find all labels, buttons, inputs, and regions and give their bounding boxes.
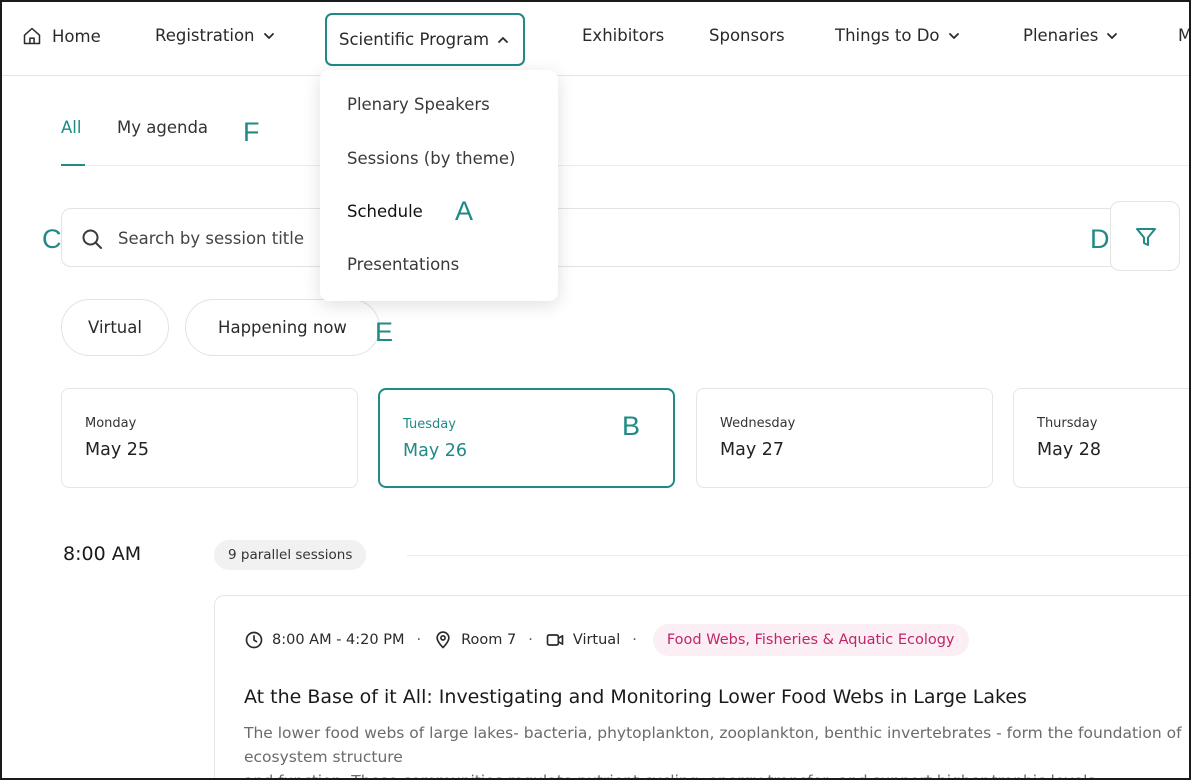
nav-item-exhibitors[interactable]: Exhibitors	[582, 26, 664, 45]
annotation-label-a: A	[455, 196, 474, 226]
chip-label: Happening now	[218, 318, 347, 337]
chevron-down-icon	[948, 32, 959, 39]
virtual-filter-chip[interactable]: Virtual	[61, 299, 169, 356]
clock-icon	[245, 631, 263, 649]
chevron-down-icon	[263, 32, 274, 39]
day-name: Tuesday	[403, 417, 456, 432]
chevron-down-icon	[1107, 32, 1118, 39]
annotation-label-c: C	[42, 224, 62, 254]
session-room: Room 7	[461, 632, 517, 648]
parallel-sessions-badge: 9 parallel sessions	[214, 540, 367, 570]
scientific-program-dropdown: Plenary Speakers Sessions (by theme) Sch…	[320, 70, 558, 301]
top-navigation: Home Registration Scientific Program Exh…	[2, 2, 1191, 76]
app-frame: Home Registration Scientific Program Exh…	[0, 0, 1191, 780]
nav-item-more[interactable]: M	[1178, 26, 1191, 45]
video-camera-icon	[546, 634, 564, 646]
day-name: Wednesday	[720, 416, 796, 431]
annotation-label-d: D	[1090, 224, 1110, 254]
nav-item-label: Home	[52, 26, 101, 46]
nav-item-label: Plenaries	[1023, 26, 1099, 45]
session-description: The lower food webs of large lakes- bact…	[244, 724, 1182, 778]
day-date: May 25	[85, 440, 150, 460]
annotation-label-e: E	[375, 317, 394, 347]
day-name: Thursday	[1037, 416, 1098, 431]
nav-item-scientific-program[interactable]: Scientific Program	[325, 13, 526, 66]
day-card-monday[interactable]: Monday May 25	[61, 388, 358, 488]
dropdown-item-schedule[interactable]: Schedule	[347, 202, 423, 221]
search-icon	[82, 229, 102, 249]
dropdown-item-sessions-by-theme[interactable]: Sessions (by theme)	[347, 149, 515, 168]
day-date: May 28	[1037, 440, 1102, 460]
nav-item-plenaries[interactable]: Plenaries	[1023, 26, 1118, 45]
day-date: May 27	[720, 440, 785, 460]
nav-item-label: Things to Do	[835, 26, 940, 45]
session-mode: Virtual	[572, 632, 621, 648]
nav-item-label: Sponsors	[709, 26, 785, 45]
dropdown-item-plenary-speakers[interactable]: Plenary Speakers	[347, 95, 490, 114]
session-time-range: 8:00 AM - 4:20 PM	[272, 632, 405, 648]
nav-item-label: Registration	[155, 26, 255, 45]
session-meta: 8:00 AM - 4:20 PM · Room 7 · Virtual · F…	[244, 624, 969, 656]
chevron-up-icon	[498, 36, 509, 43]
tab-my-agenda[interactable]: My agenda	[117, 118, 208, 137]
annotation-label-b: B	[622, 411, 641, 441]
session-card[interactable]: 8:00 AM - 4:20 PM · Room 7 · Virtual · F…	[214, 595, 1189, 778]
session-search-box[interactable]	[61, 208, 1121, 267]
nav-item-registration[interactable]: Registration	[155, 26, 275, 45]
nav-item-label: M	[1178, 26, 1191, 45]
filter-button[interactable]	[1110, 201, 1180, 271]
nav-item-label: Scientific Program	[339, 30, 490, 49]
nav-item-label: Exhibitors	[582, 26, 665, 45]
meta-separator: ·	[528, 632, 533, 648]
annotation-label-f: F	[243, 117, 260, 147]
timeslot-time: 8:00 AM	[63, 543, 142, 565]
meta-separator: ·	[416, 632, 422, 648]
location-pin-icon	[436, 631, 450, 649]
day-name: Monday	[85, 416, 137, 431]
session-title[interactable]: At the Base of it All: Investigating and…	[244, 686, 1027, 708]
dropdown-item-presentations[interactable]: Presentations	[347, 255, 459, 274]
active-tab-indicator	[61, 164, 85, 166]
day-card-wednesday[interactable]: Wednesday May 27	[696, 388, 993, 488]
tabs-divider	[61, 165, 1189, 166]
nav-item-home[interactable]: Home	[22, 26, 101, 46]
happening-now-filter-chip[interactable]: Happening now	[185, 299, 380, 356]
meta-separator: ·	[632, 632, 637, 648]
day-card-thursday[interactable]: Thursday May 28	[1013, 388, 1189, 488]
chip-label: Virtual	[88, 318, 142, 337]
session-theme-badge[interactable]: Food Webs, Fisheries & Aquatic Ecology	[652, 624, 969, 656]
nav-item-things-to-do[interactable]: Things to Do	[835, 26, 960, 45]
tab-all[interactable]: All	[61, 118, 81, 137]
nav-item-sponsors[interactable]: Sponsors	[709, 26, 785, 45]
timeslot-divider	[407, 555, 1189, 556]
day-date: May 26	[403, 441, 468, 461]
home-icon	[23, 27, 41, 45]
filter-icon	[1136, 228, 1156, 246]
